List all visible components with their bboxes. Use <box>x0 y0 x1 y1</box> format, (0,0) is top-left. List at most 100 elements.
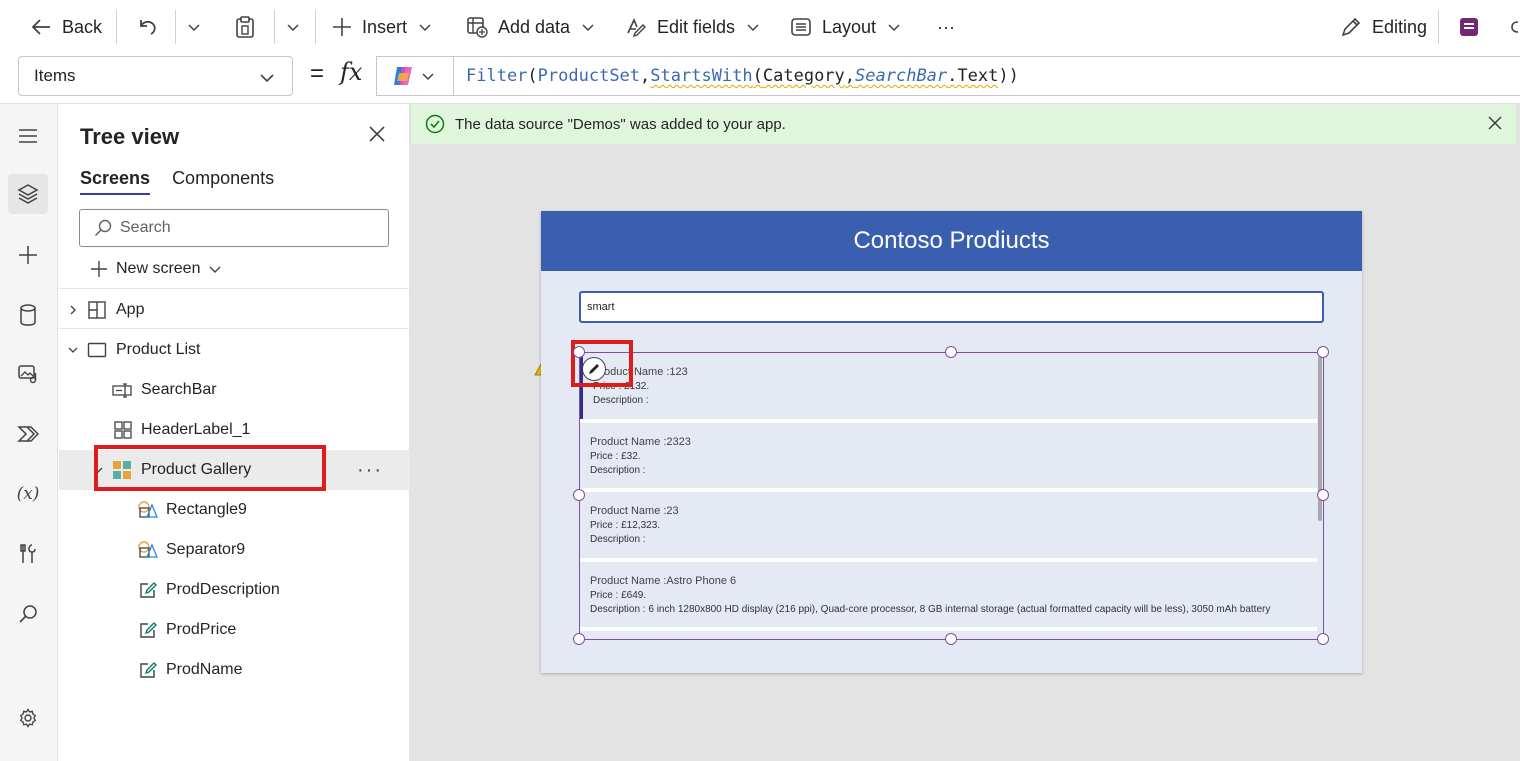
more-commands-button[interactable]: ··· <box>937 8 955 46</box>
layout-label: Layout <box>822 16 877 37</box>
formula-comma: , <box>640 66 651 86</box>
formula-fn-startswith: StartsWith <box>650 66 753 86</box>
prod-name: Product Name :Astro Phone 6 <box>590 575 737 587</box>
resize-handle-bottom[interactable] <box>945 633 957 645</box>
divider <box>59 288 410 289</box>
highlight-box <box>94 445 326 491</box>
tree-search-input[interactable]: Search <box>79 209 389 247</box>
chevron-down-icon <box>422 73 434 81</box>
tree-node-app[interactable]: App <box>59 290 410 330</box>
notebook-button[interactable] <box>1458 8 1480 46</box>
product-gallery[interactable]: Product Name :123 Price : £132. Descript… <box>579 352 1324 640</box>
tab-components[interactable]: Components <box>172 168 274 195</box>
formula-input[interactable]: Filter(ProductSet, StartsWith(Category, Se… <box>453 56 1520 96</box>
separator <box>580 627 1317 631</box>
paste-button[interactable] <box>234 8 256 46</box>
prod-price: Price : £12,323. <box>590 520 661 531</box>
media-button[interactable] <box>8 354 48 394</box>
design-canvas: The data source "Demos" was added to you… <box>410 104 1520 761</box>
tree-node-searchbar[interactable]: SearchBar <box>59 370 410 410</box>
tree-node-headerlabel[interactable]: HeaderLabel_1 <box>59 410 410 450</box>
paste-menu-button[interactable] <box>285 8 301 46</box>
gallery-item[interactable]: Product Name :Astro Phone 6 Price : £649… <box>580 562 1317 628</box>
tree-node-label: ProdDescription <box>166 581 280 598</box>
tab-screens[interactable]: Screens <box>80 168 151 195</box>
overflow-button[interactable] <box>1510 8 1520 46</box>
chevron-right-icon[interactable] <box>67 304 79 316</box>
layers-icon <box>17 184 39 204</box>
close-icon[interactable] <box>369 126 385 142</box>
power-automate-button[interactable] <box>8 414 48 454</box>
editing-mode-button[interactable]: Editing <box>1340 8 1427 46</box>
tree-view-panel: Tree view Screens Components Search New … <box>59 104 410 761</box>
back-button[interactable]: Back <box>30 8 102 46</box>
tree-node-prodname[interactable]: ProdName <box>59 650 410 690</box>
tree-node-proddescription[interactable]: ProdDescription <box>59 570 410 610</box>
undo-menu-button[interactable] <box>186 8 202 46</box>
insert-label: Insert <box>362 16 408 37</box>
command-bar: Back Insert Add data Edit fields Layout … <box>0 0 1520 54</box>
formula-source: ProductSet <box>537 66 641 86</box>
tree-node-label: Separator9 <box>166 541 246 558</box>
tree-node-prodprice[interactable]: ProdPrice <box>59 610 410 650</box>
search-rail-button[interactable] <box>8 594 48 634</box>
gallery-item[interactable]: Product Name :2323 Price : £32. Descript… <box>580 423 1317 489</box>
resize-handle-top-right[interactable] <box>1317 346 1329 358</box>
tree-node-label: App <box>116 301 145 318</box>
close-icon[interactable] <box>1488 116 1502 130</box>
formula-fn-filter: Filter <box>466 66 528 86</box>
formula-bar: Items = fx Filter(ProductSet, StartsWith(… <box>0 54 1520 104</box>
fx-icon[interactable]: fx <box>340 58 362 86</box>
prod-name: Product Name :23 <box>590 505 679 517</box>
left-rail: (x) <box>0 104 58 761</box>
tree-tabs: Screens Components <box>80 168 296 195</box>
formula-control: SearchBar <box>855 66 948 86</box>
settings-button[interactable] <box>8 698 48 738</box>
insert-rail-button[interactable] <box>8 235 48 275</box>
prod-price: Price : £649. <box>590 590 647 601</box>
gallery-item[interactable]: Product Name :23 Price : £12,323. Descri… <box>580 492 1317 558</box>
property-selector[interactable]: Items <box>18 56 293 96</box>
app-screen-product-list[interactable]: Contoso Prodiucts smart Product Name :12… <box>541 211 1362 673</box>
new-screen-button[interactable]: New screen <box>90 257 222 281</box>
resize-handle-top[interactable] <box>945 346 957 358</box>
header-label[interactable]: Contoso Prodiucts <box>541 211 1362 271</box>
resize-handle-bottom-right[interactable] <box>1317 633 1329 645</box>
layout-button[interactable]: Layout <box>790 8 902 46</box>
tree-view-button[interactable] <box>8 174 48 214</box>
data-button[interactable] <box>8 295 48 335</box>
gallery-item[interactable]: Product Name :123 Price : £132. Descript… <box>580 353 1317 419</box>
banner-message: The data source "Demos" was added to you… <box>455 115 786 133</box>
notification-banner: The data source "Demos" was added to you… <box>410 104 1516 144</box>
edit-label-icon <box>140 582 157 598</box>
prod-name: Product Name :2323 <box>590 436 691 448</box>
tree-node-separator9[interactable]: Separator9 <box>59 530 410 570</box>
undo-button[interactable] <box>136 8 158 46</box>
more-options-button[interactable]: ··· <box>357 459 383 482</box>
chevron-down-icon[interactable] <box>67 344 79 356</box>
tree-node-label: ProdName <box>166 661 243 678</box>
resize-handle-bottom-left[interactable] <box>573 633 585 645</box>
add-data-button[interactable]: Add data <box>466 8 596 46</box>
power-automate-icon <box>17 426 39 442</box>
tree-node-rectangle9[interactable]: Rectangle9 <box>59 490 410 530</box>
hamburger-menu-button[interactable] <box>8 116 48 156</box>
divider <box>315 10 316 44</box>
edit-label-icon <box>140 662 157 678</box>
tree-node-product-list[interactable]: Product List <box>59 330 410 370</box>
insert-button[interactable]: Insert <box>332 8 433 46</box>
formula-close: )) <box>998 66 1019 86</box>
resize-handle-top-left[interactable] <box>573 346 585 358</box>
plus-icon <box>19 246 37 264</box>
edit-fields-button[interactable]: Edit fields <box>625 8 761 46</box>
equals-sign: = <box>310 60 325 87</box>
prod-description: Description : <box>590 465 646 476</box>
advanced-tools-button[interactable] <box>8 534 48 574</box>
variables-button[interactable]: (x) <box>8 474 48 514</box>
search-bar-input[interactable]: smart <box>579 291 1324 323</box>
search-icon <box>19 605 37 623</box>
copilot-button[interactable] <box>376 56 454 96</box>
resize-handle-right[interactable] <box>1317 489 1329 501</box>
resize-handle-left[interactable] <box>573 489 585 501</box>
tools-icon <box>20 544 36 563</box>
